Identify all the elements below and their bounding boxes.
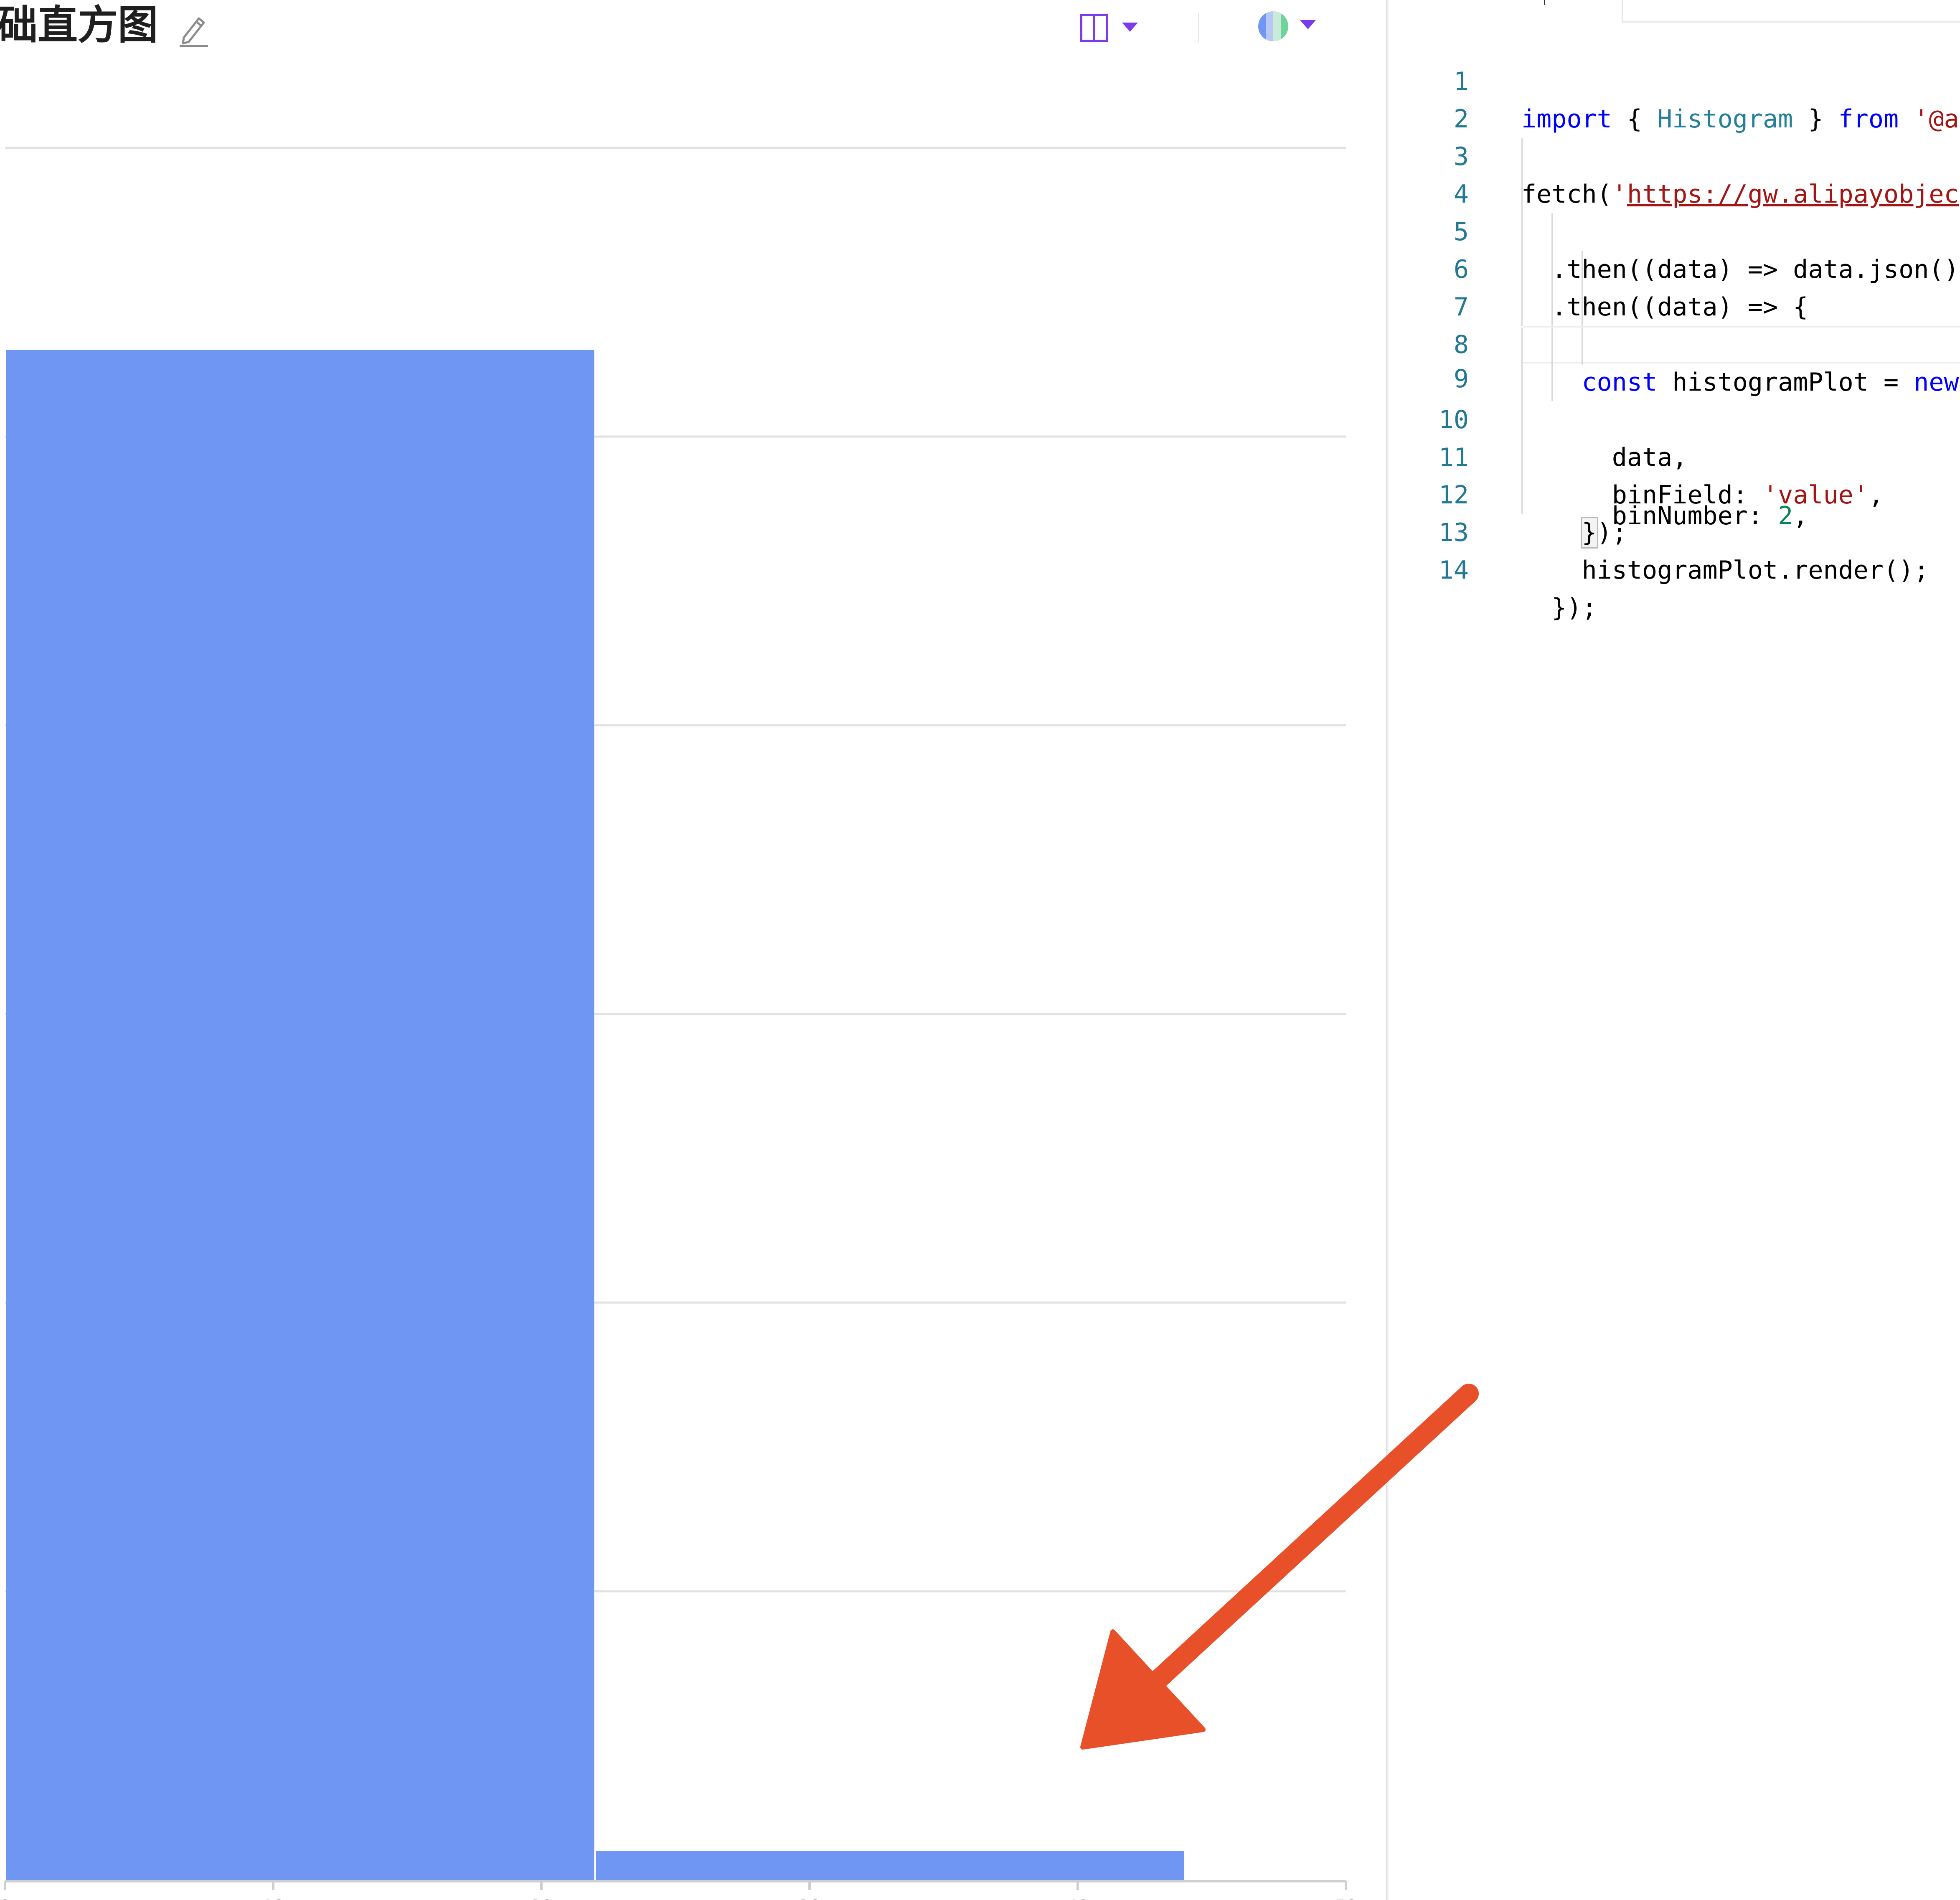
code-line-text: histogramPlot.render(); — [1521, 556, 1929, 585]
code-line[interactable]: 4 .then((data) => data.json() — [1391, 138, 1960, 284]
indent-guide — [1551, 363, 1553, 401]
editor-tab-strip — [1391, 0, 1960, 23]
indent-guide — [1521, 251, 1523, 288]
indent-guide — [1521, 439, 1523, 476]
indent-guide — [1521, 476, 1523, 514]
indent-guide — [1582, 288, 1583, 326]
code-line[interactable]: 8 binField: 'value', — [1391, 288, 1960, 510]
code-line[interactable]: 2 — [1391, 63, 1960, 134]
code-line[interactable]: 10 }); — [1391, 363, 1960, 549]
editor-tab[interactable] — [1622, 0, 1960, 23]
pane-resize-splitter[interactable] — [1386, 0, 1389, 1900]
x-axis-tick-label: 40 — [1066, 1896, 1089, 1900]
code-line-active[interactable]: 9 binNumber: 2, — [1454, 326, 1960, 531]
line-number: 8 — [1453, 330, 1469, 359]
indent-guide — [1551, 251, 1553, 288]
code-line[interactable]: 3 fetch('https://gw.alipayobjec — [1391, 100, 1960, 209]
indent-guide — [1521, 288, 1523, 326]
x-axis: 0 10 20 30 40 50 — [0, 1880, 1357, 1900]
x-axis-tick-label: 0 — [0, 1896, 10, 1900]
histogram-bar[interactable] — [6, 350, 594, 1880]
code-line-text: }); — [1521, 593, 1597, 622]
code-line[interactable]: 11 — [1391, 401, 1960, 472]
indent-guide — [1521, 328, 1523, 365]
indent-guide — [1582, 328, 1583, 365]
code-line[interactable]: 7 data, — [1391, 251, 1960, 472]
code-line[interactable]: 1 import { Histogram } from '@a — [1391, 25, 1960, 134]
indent-guide — [1551, 288, 1553, 326]
indent-guide — [1582, 251, 1583, 288]
histogram-bars — [6, 350, 1184, 1880]
code-line[interactable]: 13 }); — [1391, 476, 1960, 622]
indent-guide — [1551, 328, 1553, 365]
indent-guide — [1521, 138, 1523, 175]
indent-guide — [1521, 363, 1523, 401]
x-axis-tick-label: 30 — [798, 1896, 820, 1900]
code-line[interactable]: 5 .then((data) => { — [1391, 175, 1960, 322]
editor-cursor-mark — [1544, 0, 1545, 5]
histogram-bar[interactable] — [596, 1851, 1184, 1880]
code-lines[interactable]: 1 import { Histogram } from '@a 2 3 fetc… — [1391, 25, 1960, 622]
x-axis-tick-label: 10 — [262, 1896, 284, 1900]
code-line[interactable]: 6 const histogramPlot = new — [1391, 213, 1960, 397]
indent-guide — [1521, 401, 1523, 439]
histogram-chart: 0 10 20 30 40 50 — [0, 147, 1357, 1900]
code-editor-pane[interactable]: 1 import { Histogram } from '@a 2 3 fetc… — [1391, 0, 1960, 1900]
app-window: 础直方图 1 import {Histogram} from '@a 2 3… — [0, 0, 1960, 1900]
line-number: 14 — [1438, 556, 1469, 585]
indent-guide — [1521, 175, 1523, 213]
x-axis-tick-label: 50 — [1335, 1896, 1357, 1900]
chart-preview-pane: 础直方图 — [0, 0, 1389, 1900]
x-axis-tick-label: 20 — [530, 1896, 552, 1900]
code-line[interactable]: 12 histogramPlot.render(); — [1391, 439, 1960, 585]
indent-guide — [1521, 213, 1523, 251]
indent-guide — [1551, 213, 1553, 251]
code-line[interactable]: 14 — [1391, 514, 1960, 585]
